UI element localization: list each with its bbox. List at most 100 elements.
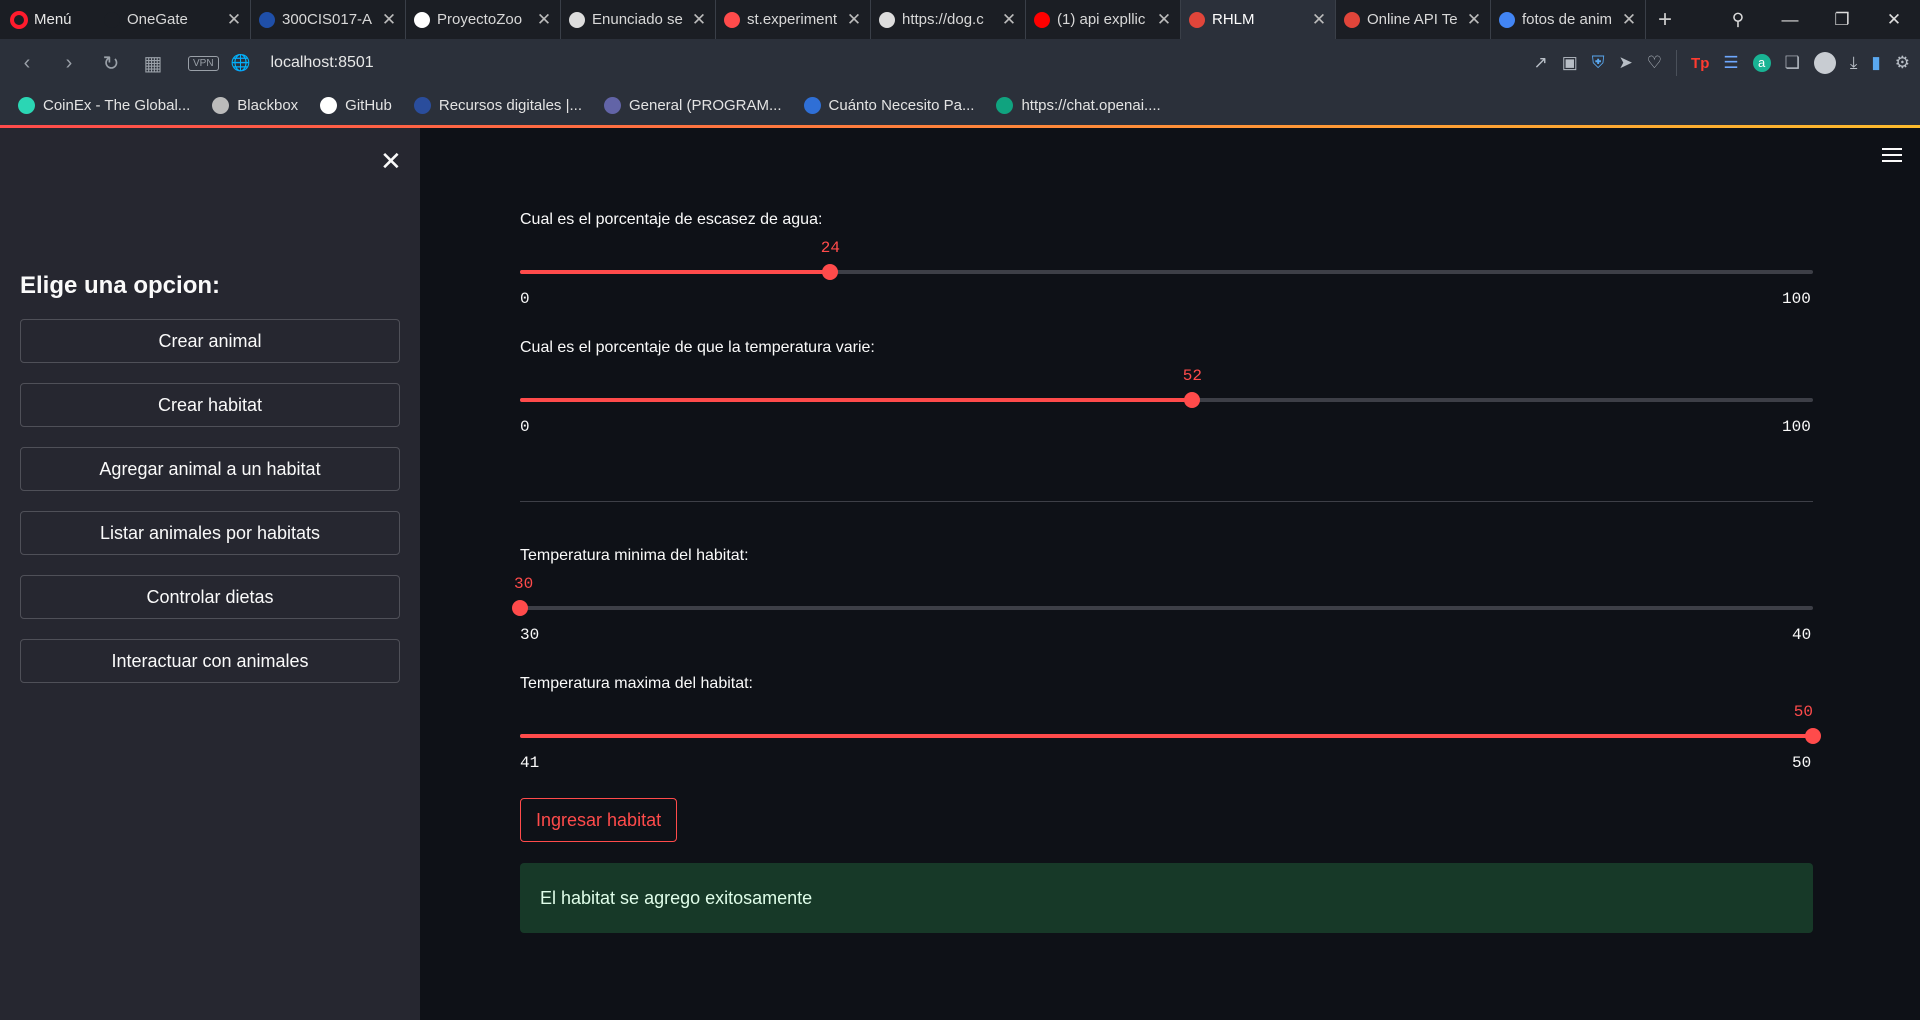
toolbar-divider bbox=[1676, 50, 1678, 76]
send-icon[interactable]: ➤ bbox=[1619, 53, 1633, 73]
tab-title: OneGate bbox=[127, 11, 188, 28]
bookmark-item[interactable]: GitHub bbox=[320, 96, 392, 114]
tab-close-icon[interactable]: ✕ bbox=[226, 10, 242, 30]
tab-close-icon[interactable]: ✕ bbox=[1156, 10, 1172, 30]
heart-bookmark-icon[interactable]: ♡ bbox=[1647, 53, 1662, 73]
download-icon[interactable]: ⤓ bbox=[1850, 53, 1858, 73]
controlar-dietas-button[interactable]: Controlar dietas bbox=[20, 575, 400, 619]
browser-tab[interactable]: RHLM ✕ bbox=[1181, 0, 1336, 39]
battery-saver-icon[interactable]: ▮ bbox=[1871, 53, 1880, 73]
temperature-variation-slider[interactable]: 52 bbox=[520, 367, 1813, 408]
slider-fill bbox=[520, 734, 1813, 738]
water-scarcity-label: Cual es el porcentaje de escasez de agua… bbox=[520, 211, 823, 228]
browser-tab[interactable]: ProyectoZoo ✕ bbox=[406, 0, 561, 39]
bookmark-item[interactable]: Cuánto Necesito Pa... bbox=[803, 96, 974, 114]
sidebar: ✕ Elige una opcion: Crear animal Crear h… bbox=[0, 128, 420, 1020]
bookmark-label: CoinEx - The Global... bbox=[43, 96, 191, 114]
bookmark-label: Recursos digitales |... bbox=[438, 96, 582, 114]
bookmark-item[interactable]: Recursos digitales |... bbox=[413, 96, 582, 114]
slider-thumb[interactable] bbox=[512, 600, 528, 616]
slider-value: 30 bbox=[514, 575, 534, 593]
a-extension-icon[interactable]: a bbox=[1752, 54, 1771, 72]
bookmark-item[interactable]: Blackbox bbox=[212, 96, 298, 114]
tab-close-icon[interactable]: ✕ bbox=[691, 10, 707, 30]
tab-close-icon[interactable]: ✕ bbox=[1311, 10, 1327, 30]
min-temperature-label: Temperatura minima del habitat: bbox=[520, 547, 749, 564]
sidebar-close-icon[interactable]: ✕ bbox=[380, 146, 402, 177]
crear-habitat-button[interactable]: Crear habitat bbox=[20, 383, 400, 427]
api-icon bbox=[1344, 11, 1360, 28]
reload-icon[interactable]: ↻ bbox=[90, 39, 132, 87]
restore-icon[interactable]: ❐ bbox=[1816, 0, 1868, 39]
tab-title: 300CIS017-A bbox=[282, 11, 373, 28]
agregar-animal-habitat-button[interactable]: Agregar animal a un habitat bbox=[20, 447, 400, 491]
slider-value: 52 bbox=[1182, 367, 1202, 385]
bookmark-item[interactable]: https://chat.openai.... bbox=[996, 96, 1161, 114]
streamlit-icon bbox=[724, 11, 740, 28]
share-icon[interactable]: ↗ bbox=[1533, 53, 1547, 73]
slider-min-label: 41 bbox=[520, 754, 540, 772]
minimize-icon[interactable]: — bbox=[1764, 0, 1816, 39]
bookmark-label: GitHub bbox=[345, 96, 392, 114]
url-field[interactable]: localhost:8501 bbox=[270, 54, 373, 72]
browser-tab[interactable]: Online API Te ✕ bbox=[1336, 0, 1491, 39]
browser-tab[interactable]: st.experiment ✕ bbox=[716, 0, 871, 39]
tab-title: st.experiment bbox=[747, 11, 838, 28]
tab-grid-icon[interactable]: ▦ bbox=[132, 39, 174, 87]
browser-tab[interactable]: (1) api expllic ✕ bbox=[1026, 0, 1181, 39]
tab-close-icon[interactable]: ✕ bbox=[381, 10, 397, 30]
close-window-icon[interactable]: ✕ bbox=[1868, 0, 1920, 39]
vpn-badge[interactable]: VPN bbox=[188, 55, 219, 71]
slider-thumb[interactable] bbox=[822, 264, 839, 280]
max-temperature-slider[interactable]: 50 bbox=[520, 703, 1821, 744]
bookmarks-bar: CoinEx - The Global... Blackbox GitHub Recu… bbox=[0, 87, 1920, 125]
tp-extension-icon[interactable]: Tp bbox=[1691, 55, 1709, 72]
shield-icon[interactable]: ⛨ bbox=[1592, 53, 1605, 73]
onegate-icon bbox=[104, 11, 120, 28]
menu-label: Menú bbox=[34, 11, 72, 28]
browser-tab[interactable]: OneGate ✕ bbox=[96, 0, 251, 39]
tab-close-icon[interactable]: ✕ bbox=[846, 10, 862, 30]
ingresar-habitat-button[interactable]: Ingresar habitat bbox=[520, 798, 678, 842]
cube-extension-icon[interactable]: ❏ bbox=[1785, 53, 1800, 73]
listar-animales-button[interactable]: Listar animales por habitats bbox=[20, 511, 400, 555]
browser-tab[interactable]: fotos de anim ✕ bbox=[1491, 0, 1646, 39]
bookmark-favicon-icon bbox=[413, 96, 431, 114]
forward-icon[interactable]: › bbox=[48, 39, 90, 87]
slider-max-label: 100 bbox=[1782, 290, 1811, 308]
back-icon[interactable]: ‹ bbox=[6, 39, 48, 87]
tab-close-icon[interactable]: ✕ bbox=[536, 10, 552, 30]
new-tab-plus-icon[interactable]: + bbox=[1646, 0, 1684, 39]
slider-fill bbox=[520, 270, 831, 274]
browser-tab[interactable]: 300CIS017-A ✕ bbox=[251, 0, 406, 39]
opera-logo-icon bbox=[10, 10, 28, 29]
bookmark-item[interactable]: General (PROGRAM... bbox=[603, 96, 782, 114]
search-icon[interactable]: ⚲ bbox=[1712, 0, 1764, 39]
water-scarcity-slider[interactable]: 24 bbox=[520, 239, 1813, 280]
bookmark-favicon-icon bbox=[18, 96, 35, 114]
bookmark-favicon-icon bbox=[320, 96, 338, 114]
globe-icon bbox=[879, 11, 895, 28]
devil-icon bbox=[1189, 11, 1205, 28]
site-info-globe-icon[interactable]: 🌐 bbox=[231, 53, 251, 73]
profile-avatar-icon[interactable] bbox=[1813, 52, 1836, 74]
slider-min-label: 0 bbox=[520, 290, 530, 308]
slider-thumb[interactable] bbox=[1805, 728, 1821, 744]
easy-setup-icon[interactable]: ⚙ bbox=[1895, 53, 1910, 73]
opera-menu-button[interactable]: Menú bbox=[0, 0, 96, 39]
bookmark-item[interactable]: CoinEx - The Global... bbox=[18, 96, 191, 114]
min-temperature-slider[interactable]: 30 bbox=[512, 575, 1813, 616]
snapshot-camera-icon[interactable]: ▣ bbox=[1562, 53, 1578, 73]
tab-close-icon[interactable]: ✕ bbox=[1466, 10, 1482, 30]
slider-max-label: 50 bbox=[1792, 754, 1812, 772]
interactuar-animales-button[interactable]: Interactuar con animales bbox=[20, 639, 400, 683]
tab-close-icon[interactable]: ✕ bbox=[1001, 10, 1017, 30]
tab-title: https://dog.c bbox=[902, 11, 984, 28]
crear-animal-button[interactable]: Crear animal bbox=[20, 319, 400, 363]
browser-tab[interactable]: Enunciado se ✕ bbox=[561, 0, 716, 39]
hamburger-menu-icon[interactable] bbox=[1882, 148, 1902, 166]
tab-close-icon[interactable]: ✕ bbox=[1621, 10, 1637, 30]
browser-tab[interactable]: https://dog.c ✕ bbox=[871, 0, 1026, 39]
translate-extension-icon[interactable]: ☰ bbox=[1723, 53, 1738, 73]
slider-thumb[interactable] bbox=[1184, 392, 1201, 408]
